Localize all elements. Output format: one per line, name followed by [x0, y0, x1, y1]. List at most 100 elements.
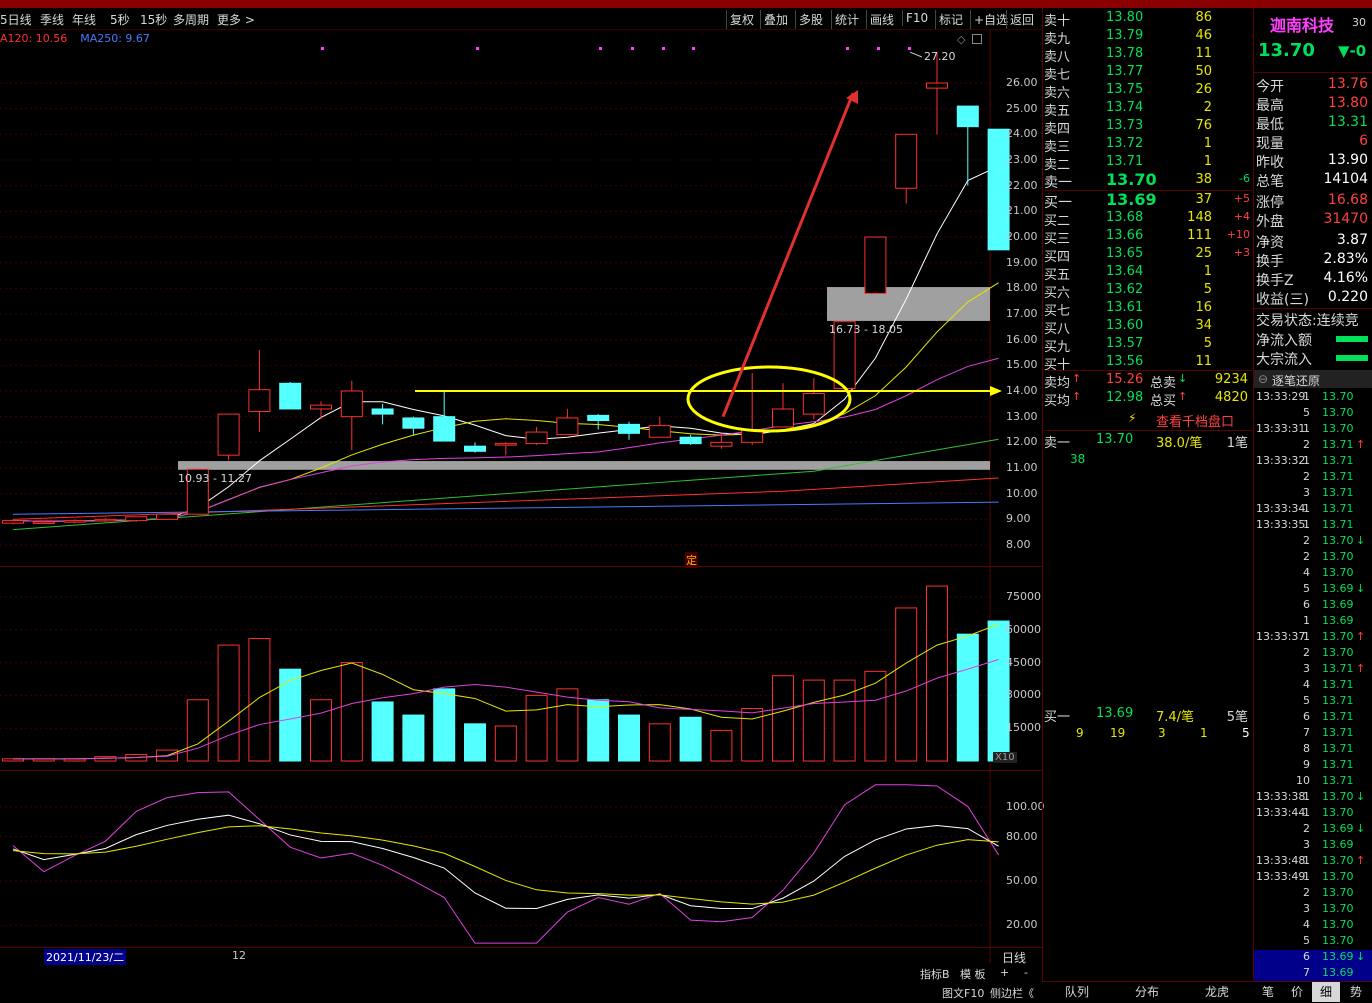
tick-row: 3 13.71 ↑ [1303, 662, 1366, 675]
tick-row: 8 13.71 [1303, 742, 1354, 755]
tick-toggle-row[interactable]: ⊖ 逐笔还原 [1254, 370, 1372, 388]
divider-price-volume [0, 566, 1042, 567]
volume-axis-label: 30000 [1006, 688, 1041, 702]
sell-row[interactable]: 卖三 13.72 1 [1044, 136, 1252, 155]
candle [217, 413, 240, 456]
sell-row[interactable]: 卖一 13.70 38 -6 [1044, 170, 1252, 191]
buy-row[interactable]: 买九 13.57 5 [1044, 336, 1252, 355]
buy-row[interactable]: 买八 13.60 34 [1044, 318, 1252, 337]
sell-row[interactable]: 卖五 13.74 2 [1044, 100, 1252, 119]
zone-low-label: 10.93 - 11.27 [178, 472, 252, 485]
candle [556, 417, 579, 436]
f10-graphic-button[interactable]: 图文F10 [942, 985, 984, 1001]
sell-row[interactable]: 卖六 13.75 26 [1044, 82, 1252, 101]
tick-price: 13.70 [1322, 550, 1354, 563]
candle [433, 416, 456, 442]
bottom-tab[interactable]: 龙虎 [1186, 982, 1248, 1002]
bottom-tab[interactable]: 分布 [1116, 982, 1178, 1002]
bottom-tab[interactable]: 价 [1283, 982, 1311, 1002]
depth-link[interactable]: 查看千档盘口 [1156, 411, 1234, 430]
buy-row[interactable]: 买一 13.69 37 +5 [1044, 190, 1252, 211]
signal-dot [908, 47, 911, 50]
high-pointer [909, 51, 923, 58]
arrow-down-icon: ↓ [1356, 534, 1366, 547]
quote-label: 净资 [1256, 235, 1284, 251]
tick-row: 5 13.70 [1303, 934, 1354, 947]
candle [587, 414, 610, 422]
quote-row: 总笔 14104 [1256, 171, 1370, 190]
volume-axis-label: 60000 [1006, 622, 1041, 636]
price-axis-label: 14.00 [1006, 384, 1038, 397]
sidebar-toggle-button[interactable]: 侧边栏《 [990, 985, 1034, 1001]
tick-price: 13.69 [1322, 822, 1354, 835]
buy-label: 买一 [1044, 195, 1072, 211]
volume-bar [217, 644, 240, 762]
buy-row[interactable]: 买五 13.64 1 [1044, 264, 1252, 283]
price-axis-label: 16.00 [1006, 332, 1038, 346]
price-axis-label: 18.00 [1006, 281, 1038, 295]
tick-row: 7 13.69 [1254, 966, 1372, 982]
buy-change: +5 [1233, 192, 1250, 205]
sell-volume: 26 [1195, 82, 1212, 97]
sell-row[interactable]: 卖八 13.78 11 [1044, 46, 1252, 65]
tick-row: 13:33:32 1 13.71 [1256, 454, 1354, 467]
buy-row[interactable]: 买三 13.66 111 +10 [1044, 228, 1252, 247]
arrow-down-icon: ↓ [1356, 822, 1366, 835]
candle [956, 105, 979, 128]
total-buy-value: 4820 [1214, 390, 1248, 405]
buy-label: 买二 [1044, 214, 1071, 229]
lightning-icon: ⚡ [1128, 411, 1137, 425]
quote-row: 外盘 31470 [1256, 211, 1370, 230]
sell-row[interactable]: 卖七 13.77 50 [1044, 64, 1252, 83]
sell-row[interactable]: 卖四 13.73 76 [1044, 118, 1252, 137]
quote-value: 13.31 [1327, 114, 1368, 130]
tick-price: 13.69 [1322, 598, 1354, 611]
breakout-ellipse [686, 365, 852, 433]
sell-label: 卖三 [1044, 140, 1071, 155]
candle [371, 408, 394, 415]
tick-row: 6 13.69 ↓ [1254, 950, 1372, 966]
indicator-b-button[interactable]: 指标B [920, 966, 950, 982]
volume-bar [587, 699, 610, 762]
bottom-tab[interactable]: 笔 [1254, 982, 1282, 1002]
sell-label: 卖七 [1044, 68, 1071, 83]
template-button[interactable]: 模 板 [960, 966, 986, 982]
buy-row[interactable]: 买二 13.68 148 +4 [1044, 210, 1252, 229]
buy-row[interactable]: 买四 13.65 25 +3 [1044, 246, 1252, 265]
tick-time: 13:33:32 [1256, 454, 1306, 467]
sell-volume: 86 [1195, 10, 1212, 25]
add-indicator-button[interactable]: + [1000, 966, 1009, 979]
tick-row: 6 13.71 [1303, 710, 1354, 723]
bottom-tab[interactable]: 细 [1312, 982, 1340, 1002]
buy-volume: 5 [1203, 336, 1212, 351]
remove-indicator-button[interactable]: - [1024, 966, 1028, 979]
candle [156, 513, 178, 520]
sell-row[interactable]: 卖十 13.80 86 [1044, 10, 1252, 29]
tick-row: 5 13.69 ↓ [1303, 582, 1366, 595]
buy-price: 13.60 [1106, 318, 1144, 333]
buy-price: 13.61 [1106, 300, 1144, 315]
sell-row[interactable]: 卖九 13.79 46 [1044, 28, 1252, 47]
bottom-tab[interactable]: 势 [1341, 982, 1371, 1002]
tick-price: 13.70 [1322, 870, 1354, 883]
tick-price: 13.70 [1322, 934, 1354, 947]
tick-price: 13.71 [1322, 454, 1354, 467]
period-label: 日线 [1002, 951, 1027, 965]
arrow-up-icon: ↑ [1178, 390, 1188, 403]
tick-time: 13:33:35 [1256, 518, 1306, 531]
kline-chart [0, 30, 1010, 963]
price-axis-label: 10.00 [1006, 486, 1038, 500]
quote-value: 4.16% [1323, 270, 1368, 286]
order-book-divider-2 [1044, 370, 1252, 371]
bottom-tab[interactable]: 队列 [1044, 982, 1110, 1002]
buy-row[interactable]: 买七 13.61 16 [1044, 300, 1252, 319]
sell-label: 卖六 [1044, 86, 1071, 101]
volume-bar [679, 716, 702, 762]
sell-volume: 46 [1195, 28, 1212, 43]
buy-price: 13.57 [1106, 336, 1144, 351]
indicator-bar: 指标B 模 板 + - [918, 965, 1042, 981]
candle [926, 82, 948, 89]
buy-volume: 37 [1195, 192, 1212, 207]
buy-row[interactable]: 买六 13.62 5 [1044, 282, 1252, 301]
quote-row: 最高 13.80 [1256, 95, 1370, 114]
